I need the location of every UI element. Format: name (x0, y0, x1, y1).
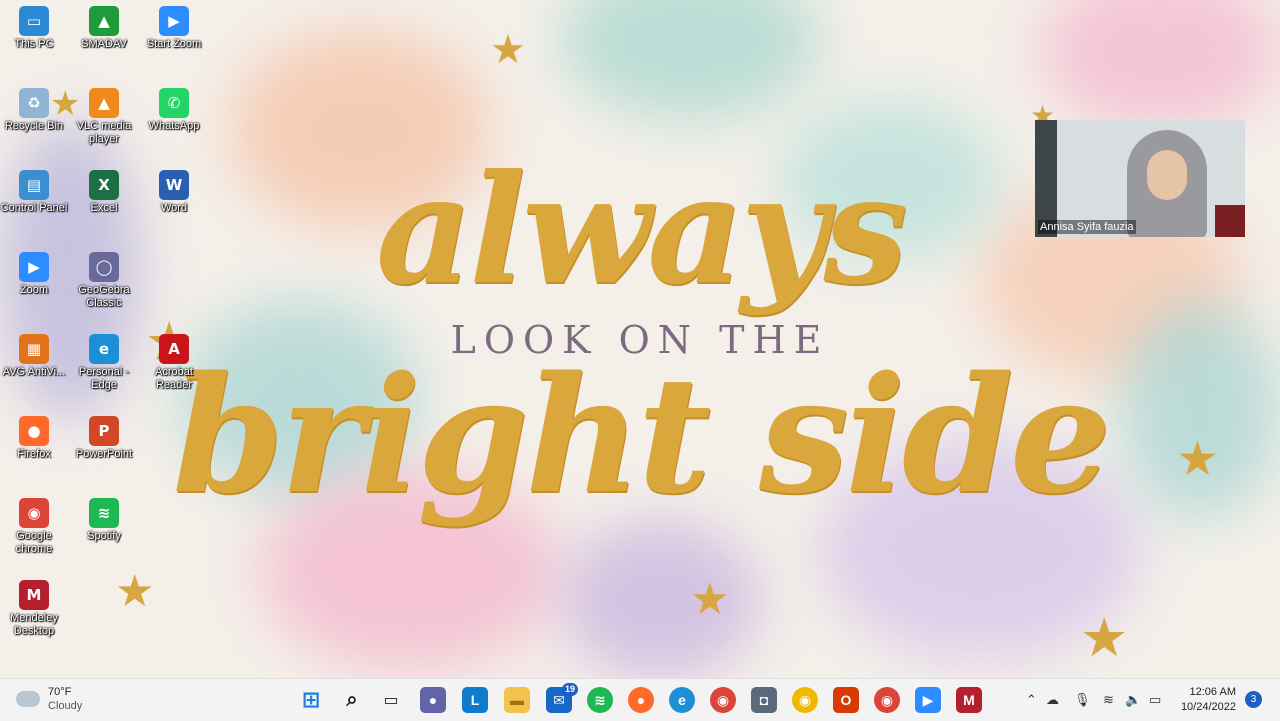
firefox-icon[interactable]: ● (628, 687, 654, 713)
whatsapp-icon: ✆ (159, 88, 189, 118)
cloud-icon (16, 691, 40, 707)
desktop-icon-label: PowerPoint (75, 448, 133, 460)
desktop-icon-label: VLC media player (76, 120, 132, 145)
desktop-icon-label: Control Panel (0, 202, 68, 214)
desktop-icon-google-chrome[interactable]: ◉ Google chrome (0, 498, 70, 556)
desktop-icon-label: GeoGebra Classic (78, 284, 130, 309)
camera-icon[interactable]: ◘ (751, 687, 777, 713)
battery-icon[interactable]: ▭ (1149, 679, 1161, 721)
excel-icon: X (89, 170, 119, 200)
desktop-icon-word[interactable]: W Word (138, 170, 210, 215)
mail-icon[interactable]: ✉ 19 (546, 683, 578, 713)
desktop-icon-label: Personal - Edge (78, 366, 130, 391)
desktop-icon-recycle-bin[interactable]: ♻ Recycle Bin (0, 88, 70, 133)
word-icon: W (159, 170, 189, 200)
desktop-icon-label: Word (160, 202, 188, 214)
desktop-icon-this-pc[interactable]: ▭ This PC (0, 6, 70, 51)
taskbar: 70°F Cloudy ⊞ ⌕ ▭ ● L ▬ ✉ 19 ≋ ● e ◉ ◘ ◉ … (0, 678, 1280, 721)
clock-time: 12:06 AM (1189, 686, 1236, 698)
participant-face (1147, 150, 1187, 200)
l-app-icon[interactable]: L (462, 687, 488, 713)
desktop-icon-label: Acrobat Reader (155, 366, 193, 391)
weather-desc: Cloudy (48, 700, 83, 712)
office-icon[interactable]: O (833, 687, 859, 713)
file-explorer-icon[interactable]: ▬ (504, 687, 530, 713)
zoom-icon[interactable]: ▶ (915, 687, 941, 713)
desktop-icon-label: Mendeley Desktop (10, 612, 58, 637)
wifi-icon[interactable]: ≋ (1103, 679, 1114, 721)
mendeley-icon: M (19, 580, 49, 610)
search-icon[interactable]: ⌕ (339, 687, 365, 713)
desktop-icon-label: Zoom (19, 284, 49, 296)
desktop-icon-label: WhatsApp (148, 120, 200, 132)
chrome-profile-icon[interactable]: ◉ (874, 687, 900, 713)
desktop-icon-mendeley-desktop[interactable]: M Mendeley Desktop (0, 580, 70, 638)
teams-chat-icon[interactable]: ● (420, 687, 446, 713)
desktop-icon-label: SMADAV (81, 38, 127, 50)
chrome-canary-icon[interactable]: ◉ (792, 687, 818, 713)
zoom-icon: ▶ (159, 6, 189, 36)
control-panel-icon: ▤ (19, 170, 49, 200)
task-view-icon[interactable]: ▭ (378, 687, 404, 713)
weather-widget[interactable]: 70°F Cloudy (16, 685, 82, 713)
desktop-icon-label: This PC (14, 38, 54, 50)
desktop-icon-avg-antivi[interactable]: ▦ AVG AntiVi... (0, 334, 70, 379)
desktop-icon-label: Spotify (87, 530, 121, 542)
desktop-icon-powerpoint[interactable]: P PowerPoint (68, 416, 140, 461)
smadav-icon: ▲ (89, 6, 119, 36)
desktop-icon-acrobat-reader[interactable]: A Acrobat Reader (138, 334, 210, 392)
weather-temp: 70°F (48, 686, 72, 698)
powerpoint-icon: P (89, 416, 119, 446)
desktop-icon-label: Recycle Bin (4, 120, 64, 132)
desktop-icon-firefox[interactable]: ● Firefox (0, 416, 70, 461)
geogebra-icon: ◯ (89, 252, 119, 282)
desktop-icon-start-zoom[interactable]: ▶ Start Zoom (138, 6, 210, 51)
chrome-icon[interactable]: ◉ (710, 687, 736, 713)
video-thumbnail[interactable]: Annisa Syifa fauzia (1035, 120, 1245, 237)
desktop-icon-label: Start Zoom (146, 38, 202, 50)
mail-badge: 19 (561, 683, 578, 696)
desktop-icon-label: Google chrome (15, 530, 53, 555)
monitor-icon: ▭ (19, 6, 49, 36)
avg-icon: ▦ (19, 334, 49, 364)
desktop-icon-zoom[interactable]: ▶ Zoom (0, 252, 70, 297)
chrome-icon: ◉ (19, 498, 49, 528)
edge-icon: e (89, 334, 119, 364)
vlc-icon: ▲ (89, 88, 119, 118)
participant-name: Annisa Syifa fauzia (1038, 220, 1136, 234)
desktop-icon-geogebra-classic[interactable]: ◯ GeoGebra Classic (68, 252, 140, 310)
spotify-icon: ≋ (89, 498, 119, 528)
desktop-icon-spotify[interactable]: ≋ Spotify (68, 498, 140, 543)
desktop-icon-label: Firefox (17, 448, 51, 460)
desktop-icon-label: Excel (90, 202, 118, 214)
desktop-icon-control-panel[interactable]: ▤ Control Panel (0, 170, 70, 215)
desktop-icon-whatsapp[interactable]: ✆ WhatsApp (138, 88, 210, 133)
system-clock[interactable]: 12:06 AM 10/24/2022 (1180, 685, 1236, 715)
acrobat-icon: A (159, 334, 189, 364)
mendeley-icon[interactable]: M (956, 687, 982, 713)
recycle-bin-icon: ♻ (19, 88, 49, 118)
start-button[interactable]: ⊞ (298, 687, 324, 713)
zoom-icon: ▶ (19, 252, 49, 282)
edge-icon[interactable]: e (669, 687, 695, 713)
show-hidden-icons-chevron-icon[interactable]: ⌃ (1026, 679, 1037, 721)
background-object (1215, 205, 1245, 237)
notification-badge[interactable]: 3 (1245, 691, 1262, 708)
volume-icon[interactable]: 🔈 (1125, 679, 1141, 721)
desktop-icon-excel[interactable]: X Excel (68, 170, 140, 215)
desktop-icon-smadav[interactable]: ▲ SMADAV (68, 6, 140, 51)
onedrive-icon[interactable]: ☁ (1046, 679, 1059, 721)
desktop-icon-vlc-media-player[interactable]: ▲ VLC media player (68, 88, 140, 146)
clock-date: 10/24/2022 (1180, 701, 1236, 713)
microphone-icon[interactable]: 🎙 (1074, 679, 1091, 721)
spotify-icon[interactable]: ≋ (587, 687, 613, 713)
desktop-icon-personal-edge[interactable]: e Personal - Edge (68, 334, 140, 392)
desktop-icon-label: AVG AntiVi... (2, 366, 66, 378)
firefox-icon: ● (19, 416, 49, 446)
